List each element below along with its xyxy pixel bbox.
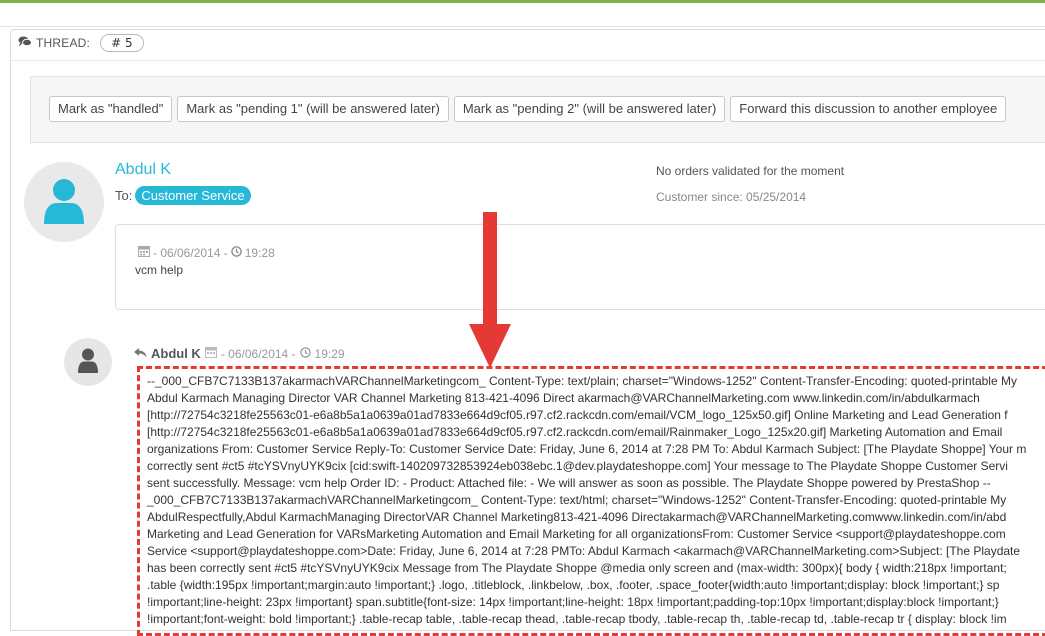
reply-body-line: .table {width:195px !important;margin:au…: [147, 578, 1000, 592]
customer-avatar: [24, 162, 104, 242]
first-message-time: 19:28: [244, 245, 275, 260]
reply-body: --_000_CFB7C7133B137akarmachVARChannelMa…: [137, 366, 1045, 636]
reply-body-line: _000_CFB7C7133B137akarmachVARChannelMark…: [147, 493, 1007, 507]
first-message-text: vcm help: [135, 263, 184, 277]
reply-body-line: !important;line-height: 23px !important}…: [147, 595, 999, 609]
reply-body-line: [http://72754c3218fe25563c01-e6a8b5a1a06…: [147, 408, 1008, 422]
customer-since: Customer since: 05/25/2014: [656, 190, 807, 204]
reply-body-line: has been correctly sent #ct5 #tcYSVnyUYK…: [147, 561, 1007, 575]
user-icon: [78, 348, 98, 373]
header-divider: [0, 26, 1045, 27]
first-message-box: [115, 224, 1045, 310]
clock-icon: [230, 245, 242, 260]
top-accent-bar: [0, 0, 1045, 3]
customer-name-link[interactable]: Abdul K: [115, 161, 171, 179]
mark-handled-button[interactable]: Mark as "handled": [49, 96, 173, 122]
first-message-meta: - 06/06/2014 - 19:28: [138, 245, 275, 260]
reply-date: - 06/06/2014 -: [220, 346, 296, 361]
clock-icon: [299, 346, 311, 361]
reply-icon: [134, 347, 147, 361]
thread-header: THREAD: # 5: [18, 34, 144, 52]
to-label: To:: [115, 188, 133, 203]
mark-pending-2-button[interactable]: Mark as "pending 2" (will be answered la…: [453, 96, 726, 122]
reply-body-line: [http://72754c3218fe25563c01-e6a8b5a1a06…: [147, 425, 1003, 439]
calendar-icon: [204, 346, 217, 361]
mark-pending-1-button[interactable]: Mark as "pending 1" (will be answered la…: [177, 96, 449, 122]
forward-discussion-button[interactable]: Forward this discussion to another emplo…: [730, 96, 1007, 122]
recipient-badge: Customer Service: [135, 186, 251, 205]
action-buttons: Mark as "handled" Mark as "pending 1" (w…: [49, 96, 1007, 122]
annotation-arrow-icon: [469, 212, 511, 368]
thread-label: THREAD:: [36, 36, 91, 50]
reply-body-line: --_000_CFB7C7133B137akarmachVARChannelMa…: [147, 374, 1017, 388]
reply-avatar: [64, 338, 112, 386]
thread-number-badge: # 5: [100, 34, 144, 52]
reply-sender-name: Abdul K: [151, 346, 201, 361]
comments-icon: [18, 36, 32, 50]
reply-header: Abdul K - 06/06/2014 - 19:29: [134, 346, 345, 361]
reply-body-line: organizations From: Customer Service Rep…: [147, 442, 1027, 456]
reply-body-line: correctly sent #ct5 #tcYSVnyUYK9cix [cid…: [147, 459, 1008, 473]
user-icon: [44, 179, 84, 224]
orders-note: No orders validated for the moment: [656, 164, 845, 178]
reply-body-line: Abdul Karmach Managing Director VAR Chan…: [147, 391, 980, 405]
reply-body-line: AbdulRespectfully,Abdul KarmachManaging …: [147, 510, 1007, 524]
first-message-date: - 06/06/2014 -: [153, 245, 228, 260]
reply-body-line: sent successfully. Message: vcm help Ord…: [147, 476, 991, 490]
recipient-line: To: Customer Service: [115, 186, 251, 205]
thread-header-divider: [11, 60, 1045, 61]
calendar-icon: [138, 245, 150, 260]
reply-body-line: Service <support@playdateshoppe.com>Date…: [147, 544, 1021, 558]
reply-body-line: !important;font-weight: bold !important;…: [147, 612, 1007, 626]
reply-body-line: Marketing and Lead Generation for VARsMa…: [147, 527, 1006, 541]
reply-time: 19:29: [314, 346, 345, 361]
